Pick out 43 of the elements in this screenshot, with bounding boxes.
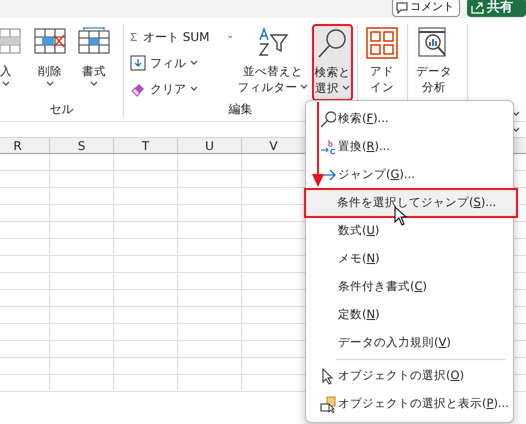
eraser-icon bbox=[130, 81, 146, 97]
ribbon-button[interactable]: アド イン bbox=[362, 24, 402, 101]
fill-down-icon bbox=[130, 55, 146, 71]
share-icon bbox=[471, 1, 484, 14]
mouse-pointer-icon bbox=[394, 206, 408, 226]
ribbon-button[interactable]: フィル bbox=[128, 52, 234, 74]
search-icon bbox=[320, 110, 336, 128]
selection-pane-icon bbox=[320, 396, 336, 412]
menu-item[interactable]: ジャンプ(G)... bbox=[306, 161, 513, 189]
menu-item[interactable]: データの入力規則(V) bbox=[306, 329, 513, 357]
column-header[interactable]: S bbox=[50, 138, 114, 153]
search-icon bbox=[316, 28, 348, 60]
group-label: 編集 bbox=[228, 102, 252, 116]
menu-item[interactable]: 置換(R)... bbox=[306, 133, 513, 161]
column-header[interactable]: U bbox=[178, 138, 242, 153]
menu-item[interactable]: 検索(F)... bbox=[306, 105, 513, 133]
ribbon-button[interactable]: 書式 bbox=[74, 24, 114, 101]
group-label: セル bbox=[50, 102, 74, 116]
replace-icon bbox=[320, 138, 336, 156]
comment-icon bbox=[396, 2, 408, 14]
menu-item[interactable]: 条件付き書式(C) bbox=[306, 273, 513, 301]
column-header[interactable]: T bbox=[114, 138, 178, 153]
comment-button[interactable]: コメント bbox=[392, 0, 460, 17]
grid-icon bbox=[366, 27, 398, 59]
ribbon-button[interactable]: オート SUM bbox=[128, 26, 234, 48]
chevron-down-icon bbox=[190, 60, 198, 66]
chevron-down-icon bbox=[228, 34, 232, 40]
ribbon-button[interactable]: 入 bbox=[0, 24, 26, 101]
ribbon-button[interactable]: クリア bbox=[128, 78, 234, 100]
share-button[interactable]: 共有 bbox=[467, 0, 526, 17]
menu-item[interactable]: 数式(U) bbox=[306, 217, 513, 245]
pointer-icon bbox=[320, 368, 336, 384]
ribbon-button[interactable]: 検索と 選択 bbox=[312, 24, 353, 101]
menu-item[interactable]: メモ(N) bbox=[306, 245, 513, 273]
ribbon-button[interactable]: 削除 bbox=[30, 24, 70, 101]
menu-item[interactable]: オブジェクトの選択(O) bbox=[306, 362, 513, 390]
menu-item[interactable]: 定数(N) bbox=[306, 301, 513, 329]
chevron-down-icon bbox=[190, 86, 198, 92]
column-header[interactable]: R bbox=[0, 138, 50, 153]
ribbon-button[interactable]: データ 分析 bbox=[412, 24, 456, 101]
menu-item[interactable]: 条件を選択してジャンプ(S)... bbox=[305, 189, 517, 217]
menu-item[interactable]: オブジェクトの選択と表示(P)... bbox=[306, 390, 513, 418]
ribbon-button[interactable]: 並べ替えと フィルター bbox=[238, 24, 308, 101]
